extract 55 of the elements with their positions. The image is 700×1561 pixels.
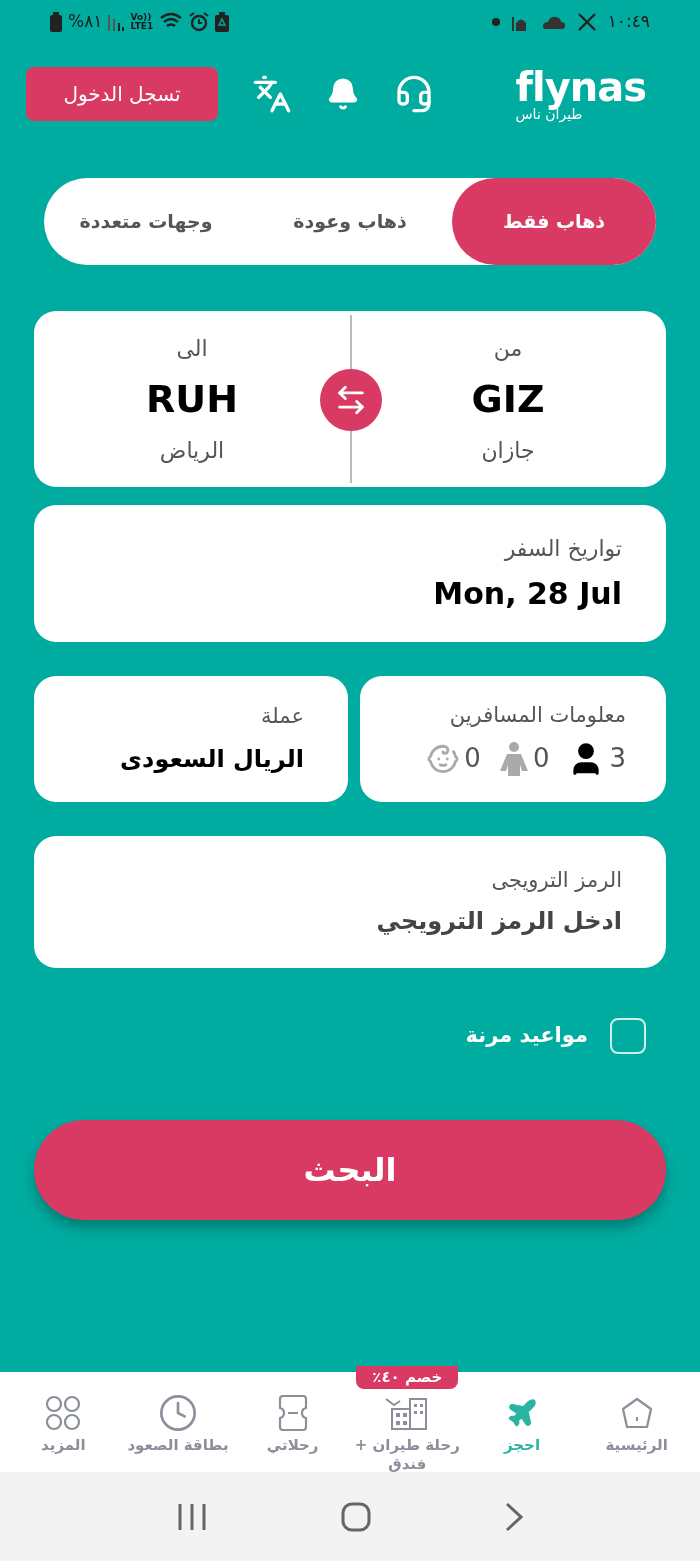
passenger-count: 0 xyxy=(532,742,550,776)
x-logo-icon xyxy=(577,13,596,31)
language-icon[interactable] xyxy=(252,74,292,114)
logo-subtitle: طيران ناس xyxy=(515,107,583,121)
ticket-icon xyxy=(277,1394,308,1432)
search-button[interactable]: البحث xyxy=(34,1120,666,1220)
airport-code[interactable]: GIZ xyxy=(471,370,545,428)
nav-tab[interactable]: المزيد xyxy=(5,1392,121,1455)
network-label: LTE1 xyxy=(130,22,154,31)
field-label: الرمز الترويجى xyxy=(490,867,622,895)
route-label: الى xyxy=(176,334,208,363)
dot-icon xyxy=(491,18,500,26)
volte-label: Vo)) xyxy=(130,13,152,22)
support-icon[interactable] xyxy=(394,74,434,114)
trip-type-tab[interactable]: وجهات متعددة xyxy=(44,178,248,265)
nav-tab[interactable]: رحلة طيران + فندق xyxy=(350,1392,465,1474)
login-button[interactable]: تسجل الدخول xyxy=(26,67,218,121)
currency-field[interactable]: عملة الريال السعودى xyxy=(34,676,348,802)
clock-time: ١٠:٤٩ xyxy=(607,10,650,34)
nav-tab[interactable]: احجز xyxy=(464,1392,580,1455)
city-name: الرياض xyxy=(159,436,225,465)
nav-tab[interactable]: الرئيسية xyxy=(579,1392,694,1455)
plane-icon xyxy=(506,1397,538,1429)
child-icon xyxy=(498,740,529,777)
airport-code[interactable]: RUH xyxy=(146,370,238,428)
nav-tab[interactable]: رحلاتي xyxy=(235,1392,350,1455)
field-label: تواريخ السفر xyxy=(502,534,622,563)
city-name: جازان xyxy=(481,436,535,465)
battery-saver-icon xyxy=(215,12,230,32)
field-label: معلومات المسافرين xyxy=(448,701,626,729)
flexible-dates-label: مواعيد مرنة xyxy=(465,1022,588,1050)
battery-percent: %٨١ xyxy=(68,10,103,34)
promo-code-input[interactable]: ادخل الرمز الترويجي xyxy=(78,902,622,939)
trip-type-tab[interactable]: ذهاب فقط xyxy=(452,178,656,265)
currency-value: الريال السعودى xyxy=(119,743,304,775)
battery-icon xyxy=(50,12,62,32)
home-button-icon[interactable] xyxy=(341,1501,371,1532)
grid-icon xyxy=(45,1395,82,1431)
recent-apps-icon[interactable] xyxy=(177,1501,207,1532)
passenger-count: 3 xyxy=(609,742,626,776)
nav-tab[interactable]: بطاقة الصعود xyxy=(120,1392,236,1455)
home-icon xyxy=(619,1396,654,1430)
flexible-dates-checkbox[interactable] xyxy=(610,1018,646,1054)
date-value: Mon, 28 Jul xyxy=(432,574,622,613)
route-label: من xyxy=(493,334,523,363)
bell-icon[interactable] xyxy=(326,77,360,111)
field-label: عملة xyxy=(260,703,304,731)
trip-type-tab[interactable]: ذهاب وعودة xyxy=(248,178,452,265)
signal-icon xyxy=(108,13,125,31)
back-icon[interactable] xyxy=(505,1501,523,1532)
discount-badge: خصم ٤٠٪ xyxy=(356,1366,459,1389)
cloud-icon xyxy=(541,15,566,29)
clock-icon xyxy=(158,1393,198,1433)
passenger-count: 0 xyxy=(464,742,481,776)
alarm-icon xyxy=(189,12,210,32)
